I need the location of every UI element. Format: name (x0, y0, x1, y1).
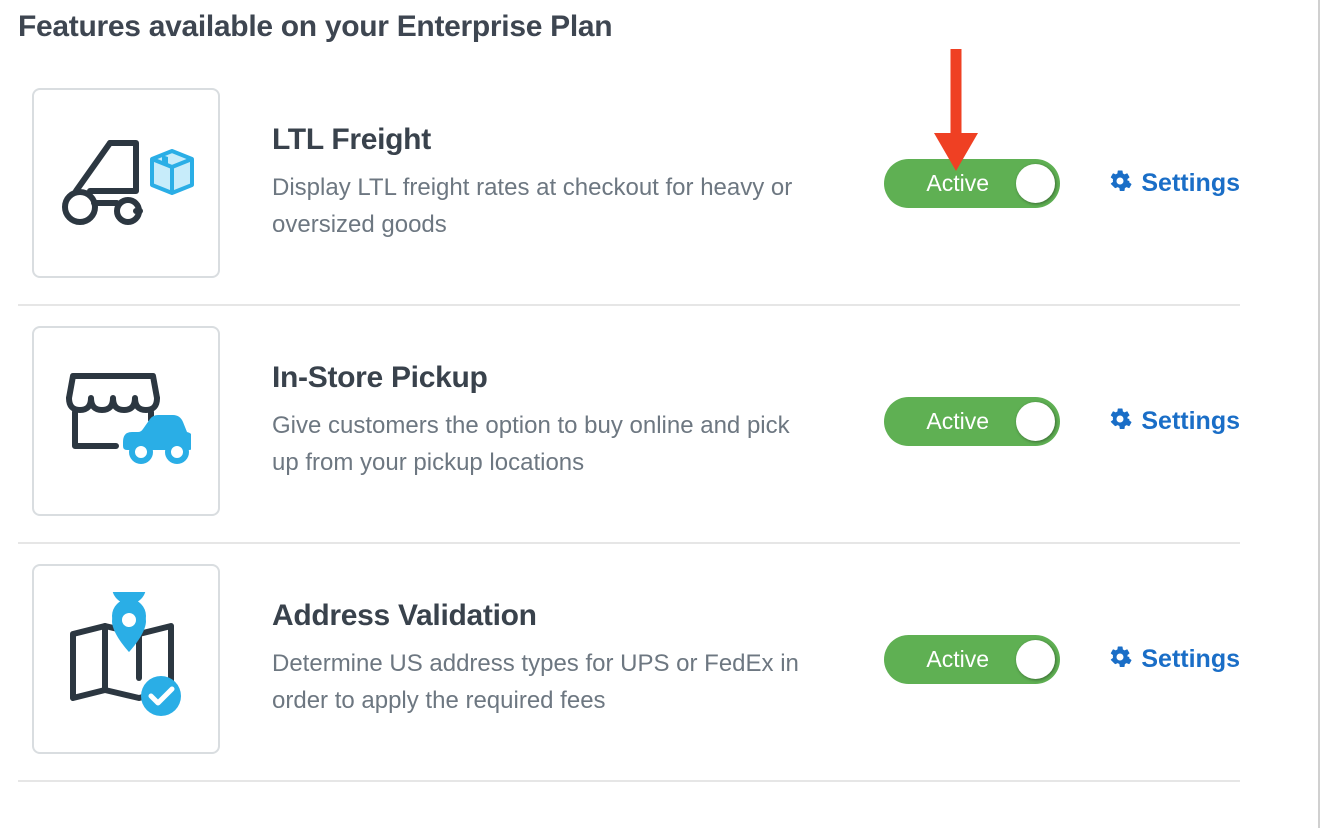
settings-label: Settings (1141, 407, 1240, 436)
section-title: Features available on your Enterprise Pl… (18, 10, 1240, 44)
feature-body: LTL Freight Display LTL freight rates at… (272, 123, 832, 243)
feature-body: Address Validation Determine US address … (272, 599, 832, 719)
features-panel: Features available on your Enterprise Pl… (0, 0, 1258, 782)
toggle-label: Active (926, 646, 989, 673)
settings-label: Settings (1141, 169, 1240, 198)
feature-controls: Active Settings (884, 397, 1240, 446)
map-pin-check-icon (61, 592, 191, 727)
feature-title: In-Store Pickup (272, 361, 822, 395)
feature-description: Give customers the option to buy online … (272, 407, 822, 481)
address-validation-toggle[interactable]: Active (884, 635, 1060, 684)
settings-label: Settings (1141, 645, 1240, 674)
ltl-freight-toggle[interactable]: Active (884, 159, 1060, 208)
toggle-knob (1016, 164, 1055, 203)
feature-controls: Active Settings (884, 635, 1240, 684)
toggle-label: Active (926, 170, 989, 197)
in-store-pickup-settings-link[interactable]: Settings (1108, 407, 1240, 436)
feature-row-ltl-freight: LTL Freight Display LTL freight rates at… (18, 68, 1240, 306)
feature-icon-box (32, 564, 220, 754)
in-store-pickup-toggle[interactable]: Active (884, 397, 1060, 446)
feature-controls: Active Settings (884, 159, 1240, 208)
store-car-icon (61, 364, 191, 479)
gear-icon (1108, 169, 1132, 198)
feature-row-address-validation: Address Validation Determine US address … (18, 544, 1240, 782)
toggle-knob (1016, 640, 1055, 679)
gear-icon (1108, 645, 1132, 674)
feature-title: LTL Freight (272, 123, 822, 157)
feature-icon-box (32, 326, 220, 516)
toggle-knob (1016, 402, 1055, 441)
gear-icon (1108, 407, 1132, 436)
address-validation-settings-link[interactable]: Settings (1108, 645, 1240, 674)
feature-description: Display LTL freight rates at checkout fo… (272, 169, 822, 243)
feature-icon-box (32, 88, 220, 278)
feature-row-in-store-pickup: In-Store Pickup Give customers the optio… (18, 306, 1240, 544)
feature-title: Address Validation (272, 599, 822, 633)
forklift-box-icon (56, 131, 196, 236)
feature-body: In-Store Pickup Give customers the optio… (272, 361, 832, 481)
toggle-label: Active (926, 408, 989, 435)
feature-description: Determine US address types for UPS or Fe… (272, 645, 822, 719)
ltl-freight-settings-link[interactable]: Settings (1108, 169, 1240, 198)
